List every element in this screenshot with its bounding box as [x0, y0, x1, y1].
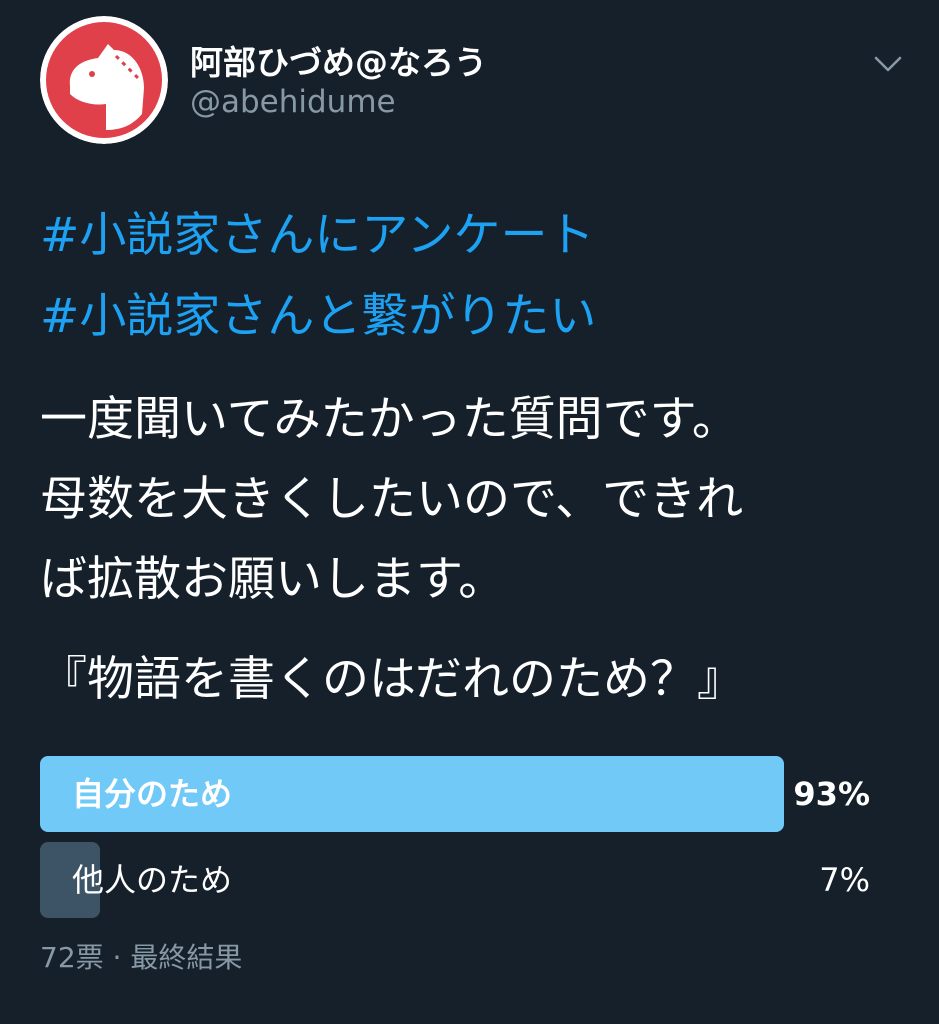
hashtag-link[interactable]: #小説家さんにアンケート: [40, 196, 899, 276]
poll-option[interactable]: 他人のため 7%: [40, 842, 870, 918]
tweet-text-line: 母数を大きくしたいので、できれ: [40, 472, 744, 527]
poll-option-percent: 93%: [793, 775, 870, 813]
hashtag-link[interactable]: #小説家さんと繋がりたい: [40, 277, 899, 357]
poll-separator: ·: [112, 941, 122, 974]
user-handle[interactable]: @abehidume: [190, 84, 396, 120]
tweet-text-line: 一度聞いてみたかった質問です。: [40, 392, 739, 447]
poll-vote-count: 72票: [40, 941, 104, 974]
poll-option-percent: 7%: [819, 861, 870, 899]
display-name[interactable]: 阿部ひづめ@なろう: [190, 36, 487, 84]
poll-status: 最終結果: [130, 941, 243, 974]
poll-option-label: 自分のため: [72, 775, 233, 813]
poll-option-winner[interactable]: 自分のため 93%: [40, 756, 870, 832]
avatar[interactable]: [40, 16, 168, 144]
poll-question: 『物語を書くのはだれのため？』: [40, 652, 745, 707]
poll-footer: 72票 · 最終結果: [40, 936, 242, 976]
horse-head-logo: [40, 16, 168, 144]
poll-option-label: 他人のため: [72, 861, 233, 899]
tweet-text-line: ば拡散お願いします。: [40, 552, 506, 607]
chevron-down-icon[interactable]: [872, 50, 904, 78]
